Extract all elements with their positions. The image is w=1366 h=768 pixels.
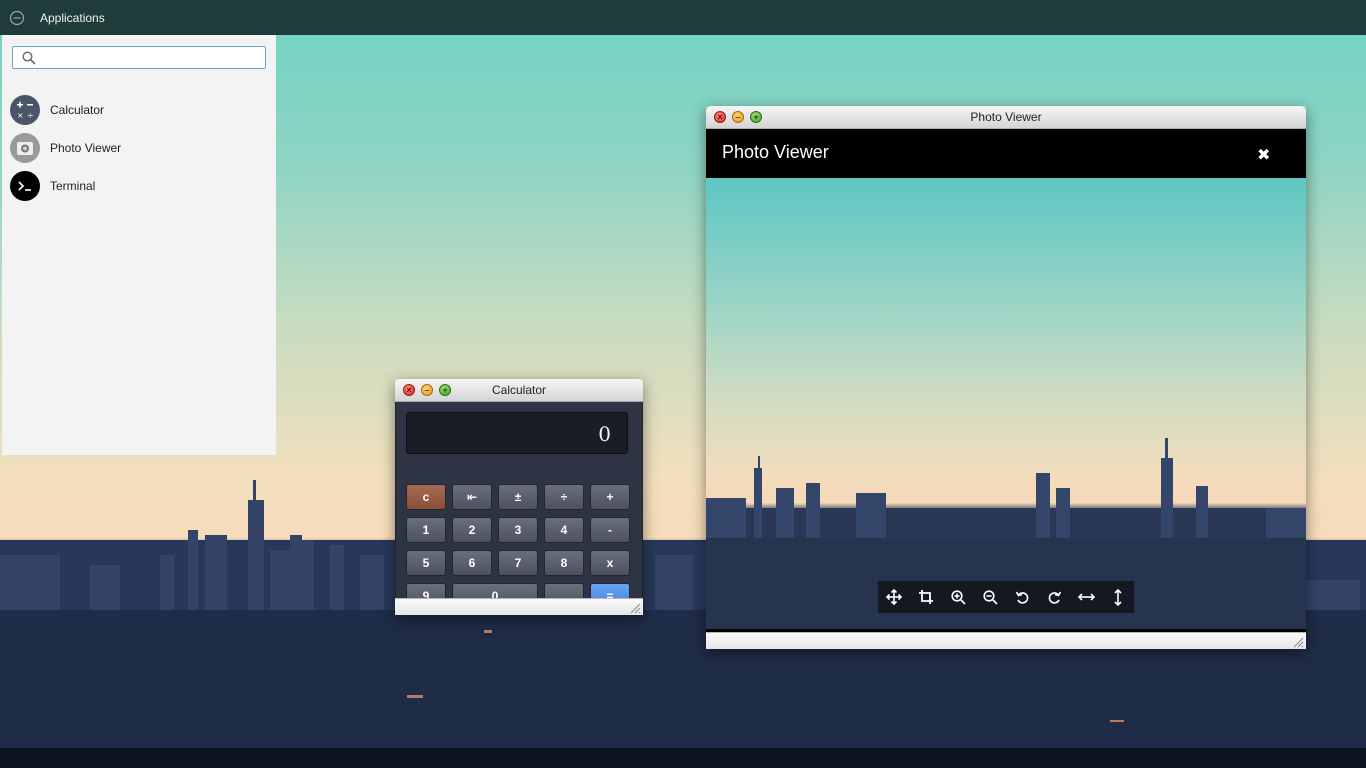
- search-icon: [22, 51, 36, 65]
- photo-viewer-window: × – + Photo Viewer Photo Viewer ✖: [706, 106, 1306, 649]
- menu-item-label: Photo Viewer: [50, 141, 122, 155]
- subtract-button[interactable]: -: [590, 517, 630, 543]
- divide-button[interactable]: ÷: [544, 484, 584, 510]
- digit-3-button[interactable]: 3: [498, 517, 538, 543]
- digit-1-button[interactable]: 1: [406, 517, 446, 543]
- svg-text:÷: ÷: [27, 111, 34, 120]
- calculator-statusbar: [395, 598, 643, 615]
- digit-5-button[interactable]: 5: [406, 550, 446, 576]
- menu-item-label: Calculator: [50, 103, 105, 117]
- crop-icon[interactable]: [914, 585, 938, 609]
- photo-viewer-header: Photo Viewer ✖: [706, 129, 1306, 178]
- photo-viewer-title: Photo Viewer: [722, 142, 829, 162]
- calculator-window: × – + Calculator 0 c ⇤ ± ÷ + 1 2 3 4 - 5…: [395, 379, 643, 615]
- zoom-out-icon[interactable]: [978, 585, 1002, 609]
- digit-6-button[interactable]: 6: [452, 550, 492, 576]
- maximize-window-button[interactable]: +: [439, 384, 451, 396]
- close-window-button[interactable]: ×: [714, 111, 726, 123]
- close-icon[interactable]: ✖: [1257, 145, 1270, 165]
- digit-2-button[interactable]: 2: [452, 517, 492, 543]
- calculator-icon: × ÷: [10, 95, 40, 125]
- close-window-button[interactable]: ×: [403, 384, 415, 396]
- camera-icon: [10, 133, 40, 163]
- app-logo-icon[interactable]: [9, 10, 25, 26]
- photo-viewer-titlebar[interactable]: × – + Photo Viewer: [706, 106, 1306, 129]
- application-menu: × ÷ Calculator Photo Viewer Terminal: [2, 35, 276, 455]
- multiply-button[interactable]: x: [590, 550, 630, 576]
- svg-text:×: ×: [17, 111, 24, 120]
- minimize-window-button[interactable]: –: [421, 384, 433, 396]
- calculator-display: 0: [406, 412, 628, 454]
- move-icon[interactable]: [882, 585, 906, 609]
- window-title: Photo Viewer: [970, 110, 1042, 124]
- menu-item-calculator[interactable]: × ÷ Calculator: [10, 94, 270, 126]
- clear-button[interactable]: c: [406, 484, 446, 510]
- backspace-button[interactable]: ⇤: [452, 484, 492, 510]
- rotate-left-icon[interactable]: [1010, 585, 1034, 609]
- applications-menu-button[interactable]: Applications: [40, 11, 105, 25]
- digit-7-button[interactable]: 7: [498, 550, 538, 576]
- photo-toolbar: [878, 581, 1134, 613]
- search-box[interactable]: [12, 46, 266, 69]
- menu-item-label: Terminal: [50, 179, 96, 193]
- menu-item-terminal[interactable]: Terminal: [10, 170, 270, 202]
- resize-grip-icon[interactable]: [629, 602, 641, 614]
- maximize-window-button[interactable]: +: [750, 111, 762, 123]
- rotate-right-icon[interactable]: [1042, 585, 1066, 609]
- menu-item-photo-viewer[interactable]: Photo Viewer: [10, 132, 270, 164]
- minimize-window-button[interactable]: –: [732, 111, 744, 123]
- flip-vertical-icon[interactable]: [1106, 585, 1130, 609]
- photo-viewer-statusbar: [706, 632, 1306, 649]
- taskbar-strip: [0, 748, 1366, 768]
- add-button[interactable]: +: [590, 484, 630, 510]
- calculator-body: 0 c ⇤ ± ÷ + 1 2 3 4 - 5 6 7 8 x 9 0 . =: [395, 402, 643, 609]
- search-input[interactable]: [41, 49, 263, 68]
- photo-display[interactable]: [706, 178, 1306, 629]
- zoom-in-icon[interactable]: [946, 585, 970, 609]
- digit-8-button[interactable]: 8: [544, 550, 584, 576]
- flip-horizontal-icon[interactable]: [1074, 585, 1098, 609]
- sign-button[interactable]: ±: [498, 484, 538, 510]
- top-panel: Applications: [0, 0, 1366, 35]
- photo-skyline-image: [706, 438, 1306, 629]
- terminal-icon: [10, 171, 40, 201]
- calculator-titlebar[interactable]: × – + Calculator: [395, 379, 643, 402]
- resize-grip-icon[interactable]: [1292, 636, 1304, 648]
- digit-4-button[interactable]: 4: [544, 517, 584, 543]
